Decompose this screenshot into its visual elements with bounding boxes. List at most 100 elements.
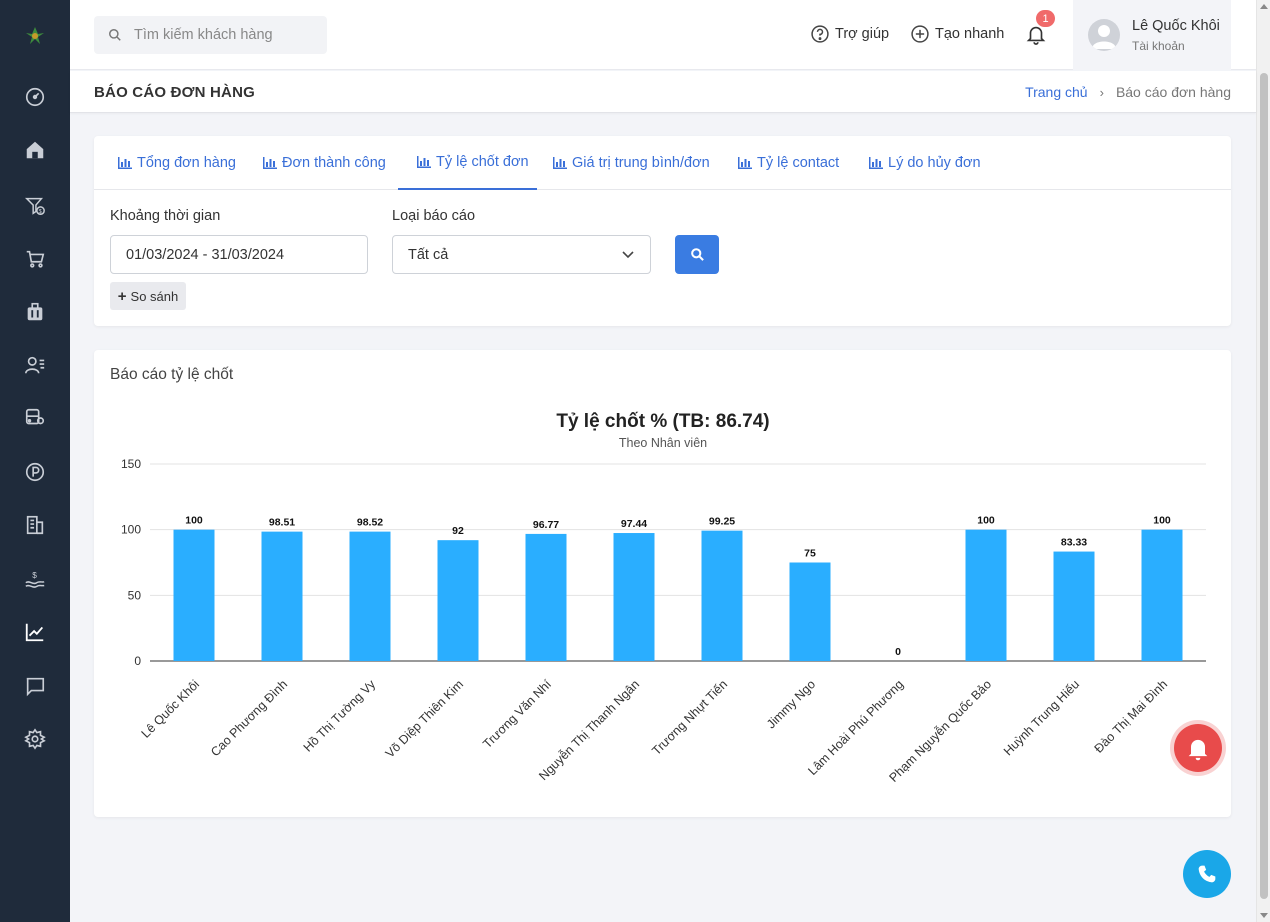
bar-chart-icon xyxy=(553,157,567,169)
plus-circle-icon xyxy=(911,25,929,43)
sidebar: $ $ xyxy=(0,0,70,922)
bar-chart-icon xyxy=(118,157,132,169)
quick-create-label: Tạo nhanh xyxy=(935,26,1005,42)
chevron-down-icon xyxy=(622,251,634,259)
tab-label: Giá trị trung bình/đơn xyxy=(572,155,710,171)
bar-chart-icon xyxy=(263,157,277,169)
bar-chart-icon xyxy=(417,156,431,168)
chart-bar[interactable] xyxy=(613,533,655,661)
svg-text:$: $ xyxy=(32,571,37,580)
bar-chart-icon xyxy=(738,157,752,169)
close-rate-report-card: Báo cáo tỷ lệ chốt Tỷ lệ chốt % (TB: 86.… xyxy=(94,350,1231,817)
user-role: Tài khoản xyxy=(1132,39,1185,53)
report-type-select[interactable]: Tất cả xyxy=(392,235,651,274)
svg-text:$: $ xyxy=(39,209,42,215)
x-category-label: Võ Diệp Thiên Kim xyxy=(383,677,466,760)
bar-data-label: 99.25 xyxy=(709,516,735,528)
customer-search[interactable] xyxy=(94,16,327,54)
page-title: BÁO CÁO ĐƠN HÀNG xyxy=(94,84,255,101)
tab-contact-rate[interactable]: Tỷ lệ contact xyxy=(738,136,839,190)
plus-icon: + xyxy=(117,287,127,305)
scroll-thumb[interactable] xyxy=(1260,73,1268,899)
breadcrumb-current: Báo cáo đơn hàng xyxy=(1115,84,1231,100)
chart-bar[interactable] xyxy=(965,529,1007,661)
building-icon[interactable] xyxy=(23,513,47,537)
close-rate-bar-chart: Tỷ lệ chốt % (TB: 86.74) Theo Nhân viên … xyxy=(121,411,1206,785)
bar-data-label: 98.52 xyxy=(357,517,383,529)
date-range-label: Khoảng thời gian xyxy=(110,208,221,224)
funnel-money-icon[interactable]: $ xyxy=(23,194,47,218)
x-category-label: Trương Văn Nhí xyxy=(480,677,554,751)
dashboard-icon[interactable] xyxy=(23,85,47,109)
tab-label: Tổng đơn hàng xyxy=(137,155,237,171)
page-title-bar: BÁO CÁO ĐƠN HÀNG Trang chủ › Báo cáo đơn… xyxy=(70,71,1256,113)
report-tabs: Tổng đơn hàng Đơn thành công Tỷ lệ chốt … xyxy=(94,136,1231,190)
tab-total-orders[interactable]: Tổng đơn hàng xyxy=(118,136,236,190)
floating-call-button[interactable] xyxy=(1183,850,1231,898)
apply-search-button[interactable] xyxy=(675,235,719,274)
x-category-label: Huỳnh Trung Hiếu xyxy=(1001,677,1082,758)
y-tick-label: 50 xyxy=(128,588,142,602)
breadcrumb: Trang chủ › Báo cáo đơn hàng xyxy=(1025,84,1231,100)
tab-label: Đơn thành công xyxy=(282,155,386,171)
tab-label: Tỷ lệ contact xyxy=(757,155,840,171)
chart-bar[interactable] xyxy=(1141,529,1183,661)
bar-data-label: 0 xyxy=(895,646,901,658)
report-type-value: Tất cả xyxy=(408,246,449,263)
user-name: Lê Quốc Khôi xyxy=(1132,18,1220,34)
compare-button[interactable]: + So sánh xyxy=(110,282,186,310)
chart-bar[interactable] xyxy=(349,531,391,661)
chart-bar[interactable] xyxy=(173,529,215,661)
y-tick-label: 0 xyxy=(134,654,141,668)
chart-bar[interactable] xyxy=(789,562,831,662)
cart-icon[interactable] xyxy=(23,247,47,271)
x-category-label: Phạm Nguyễn Quốc Bảo xyxy=(886,676,994,784)
tab-cancel-reasons[interactable]: Lý do hủy đơn xyxy=(869,136,981,190)
search-input[interactable] xyxy=(134,27,304,43)
parking-icon[interactable] xyxy=(23,460,47,484)
bar-data-label: 100 xyxy=(977,515,995,527)
chat-icon[interactable] xyxy=(23,674,47,698)
tab-label: Tỷ lệ chốt đơn xyxy=(436,154,529,170)
scroll-down-arrow[interactable] xyxy=(1260,913,1268,918)
help-button[interactable]: Trợ giúp xyxy=(810,24,889,44)
tab-close-rate[interactable]: Tỷ lệ chốt đơn xyxy=(398,136,537,190)
chart-bar[interactable] xyxy=(437,540,479,661)
contacts-icon[interactable] xyxy=(23,353,47,377)
tab-average-order-value[interactable]: Giá trị trung bình/đơn xyxy=(553,136,710,190)
date-range-input[interactable] xyxy=(110,235,368,274)
page-scrollbar[interactable] xyxy=(1256,0,1270,922)
logo-icon[interactable] xyxy=(23,24,47,48)
search-icon xyxy=(690,248,704,261)
home-icon[interactable] xyxy=(23,138,47,162)
quick-create-button[interactable]: Tạo nhanh xyxy=(910,24,1004,44)
briefcase-icon[interactable] xyxy=(23,300,47,324)
chart-bar[interactable] xyxy=(525,533,567,661)
chart-title: Tỷ lệ chốt % (TB: 86.74) xyxy=(556,411,769,432)
money-icon[interactable]: $ xyxy=(23,567,47,591)
bar-data-label: 98.51 xyxy=(269,517,295,529)
scroll-up-arrow[interactable] xyxy=(1260,4,1268,9)
bar-chart-icon xyxy=(869,157,883,169)
x-category-label: Hồ Thị Tường Vy xyxy=(301,677,379,755)
floating-alert-button[interactable] xyxy=(1174,724,1222,772)
tab-successful-orders[interactable]: Đơn thành công xyxy=(263,136,386,190)
x-category-label: Đào Thị Mai Đình xyxy=(1092,677,1171,756)
settings-icon[interactable] xyxy=(23,727,47,751)
phone-icon xyxy=(1198,865,1216,883)
chart-line-icon[interactable] xyxy=(23,620,47,644)
breadcrumb-home-link[interactable]: Trang chủ xyxy=(1025,84,1088,100)
breadcrumb-chevron-icon: › xyxy=(1099,84,1104,100)
bus-location-icon[interactable] xyxy=(23,406,47,430)
x-category-label: Jimmy Ngo xyxy=(764,677,818,731)
filter-card: Tổng đơn hàng Đơn thành công Tỷ lệ chốt … xyxy=(94,136,1231,326)
top-header: Trợ giúp Tạo nhanh 1 Lê Quốc Khôi Tài kh… xyxy=(70,0,1256,70)
x-category-label: Lâm Hoài Phú Phương xyxy=(805,677,906,778)
bar-data-label: 96.77 xyxy=(533,519,559,531)
search-icon xyxy=(109,29,121,41)
user-menu[interactable]: Lê Quốc Khôi Tài khoản xyxy=(1073,0,1231,70)
chart-bar[interactable] xyxy=(701,530,743,661)
question-circle-icon xyxy=(811,25,829,43)
chart-bar[interactable] xyxy=(1053,551,1095,661)
chart-bar[interactable] xyxy=(261,531,303,661)
